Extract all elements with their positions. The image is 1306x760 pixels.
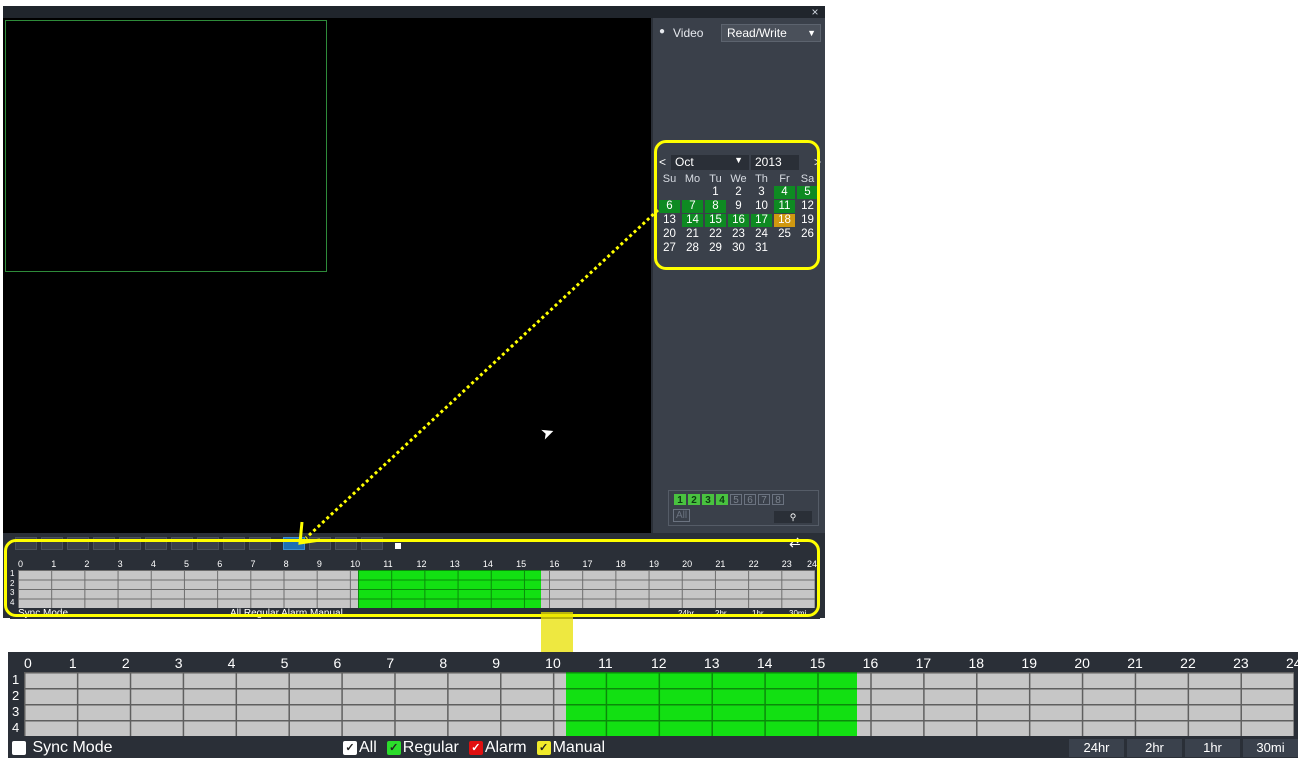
- checkbox-icon: [12, 740, 26, 755]
- recording-block: [566, 672, 858, 736]
- legend-regular-label: Regular: [402, 739, 459, 756]
- hour-label: 24: [1286, 655, 1302, 671]
- channel-label: 1: [12, 672, 20, 687]
- hour-label: 12: [651, 655, 667, 671]
- hour-label: 0: [24, 655, 32, 671]
- check-icon: ✓: [536, 740, 551, 755]
- hour-label: 19: [1021, 655, 1037, 671]
- zoom-24hr-button[interactable]: 24hr: [1069, 739, 1124, 757]
- zoomed-timeline[interactable]: 0 1 2 3 4 5 6 7 8 9 10 11 12 13 14 15 16 17 18 19 20 21 22 23 24…: [8, 652, 1302, 758]
- hour-label: 8: [439, 655, 448, 671]
- hour-label: 13: [703, 655, 720, 671]
- hour-label: 20: [1074, 655, 1090, 671]
- hour-label: 23: [1233, 655, 1249, 671]
- check-icon: ✓: [468, 740, 483, 755]
- hour-label: 9: [492, 655, 501, 671]
- hour-label: 1: [68, 655, 77, 671]
- channel-label: 4: [12, 720, 20, 735]
- hour-label: 14: [756, 655, 773, 671]
- hour-label: 17: [915, 655, 932, 671]
- hour-label: 21: [1127, 655, 1143, 671]
- record-type-legend: ✓ All ✓ Regular ✓ Alarm ✓ Manual: [343, 738, 605, 758]
- legend-manual-label: Manual: [552, 739, 606, 756]
- hour-label: 10: [545, 655, 561, 671]
- channel-labels: 1234: [10, 672, 22, 736]
- hour-label: 4: [227, 655, 236, 671]
- hour-label: 18: [968, 655, 985, 671]
- hour-label: 15: [809, 655, 826, 671]
- hour-labels: 0 1 2 3 4 5 6 7 8 9 10 11 12 13 14 15 16 17 18 19 20 21 22 23 24: [8, 654, 1302, 672]
- zoom-30mi-button[interactable]: 30mi: [1243, 739, 1298, 757]
- hour-label: 16: [862, 655, 879, 671]
- check-icon: ✓: [386, 740, 401, 755]
- legend-manual[interactable]: ✓ Manual: [536, 738, 606, 758]
- hour-label: 3: [174, 655, 183, 671]
- zoom-1hr-button[interactable]: 1hr: [1185, 739, 1240, 757]
- zoom-2hr-button[interactable]: 2hr: [1127, 739, 1182, 757]
- timeline-footer: Sync Mode ✓ All ✓ Regular ✓ Alarm ✓ Manual 2…: [8, 738, 1298, 758]
- legend-all[interactable]: ✓ All: [343, 738, 377, 758]
- legend-alarm[interactable]: ✓ Alarm: [468, 738, 527, 758]
- hour-label: 6: [333, 655, 342, 671]
- legend-all-label: All: [359, 739, 377, 756]
- dotted-arrow: [298, 208, 660, 545]
- channel-label: 2: [12, 688, 20, 703]
- sync-mode-checkbox[interactable]: Sync Mode: [12, 738, 113, 758]
- hour-label: 7: [386, 655, 395, 671]
- channel-label: 3: [12, 704, 20, 719]
- legend-alarm-label: Alarm: [484, 739, 527, 756]
- zoom-buttons: 24hr 2hr 1hr 30mi: [1069, 739, 1298, 757]
- legend-regular[interactable]: ✓ Regular: [386, 738, 459, 758]
- hour-label: 22: [1180, 655, 1196, 671]
- check-icon: ✓: [343, 740, 357, 755]
- hour-label: 11: [598, 655, 613, 671]
- hour-label: 2: [121, 655, 130, 671]
- hour-label: 5: [280, 655, 289, 671]
- sync-mode-label: Sync Mode: [32, 739, 113, 756]
